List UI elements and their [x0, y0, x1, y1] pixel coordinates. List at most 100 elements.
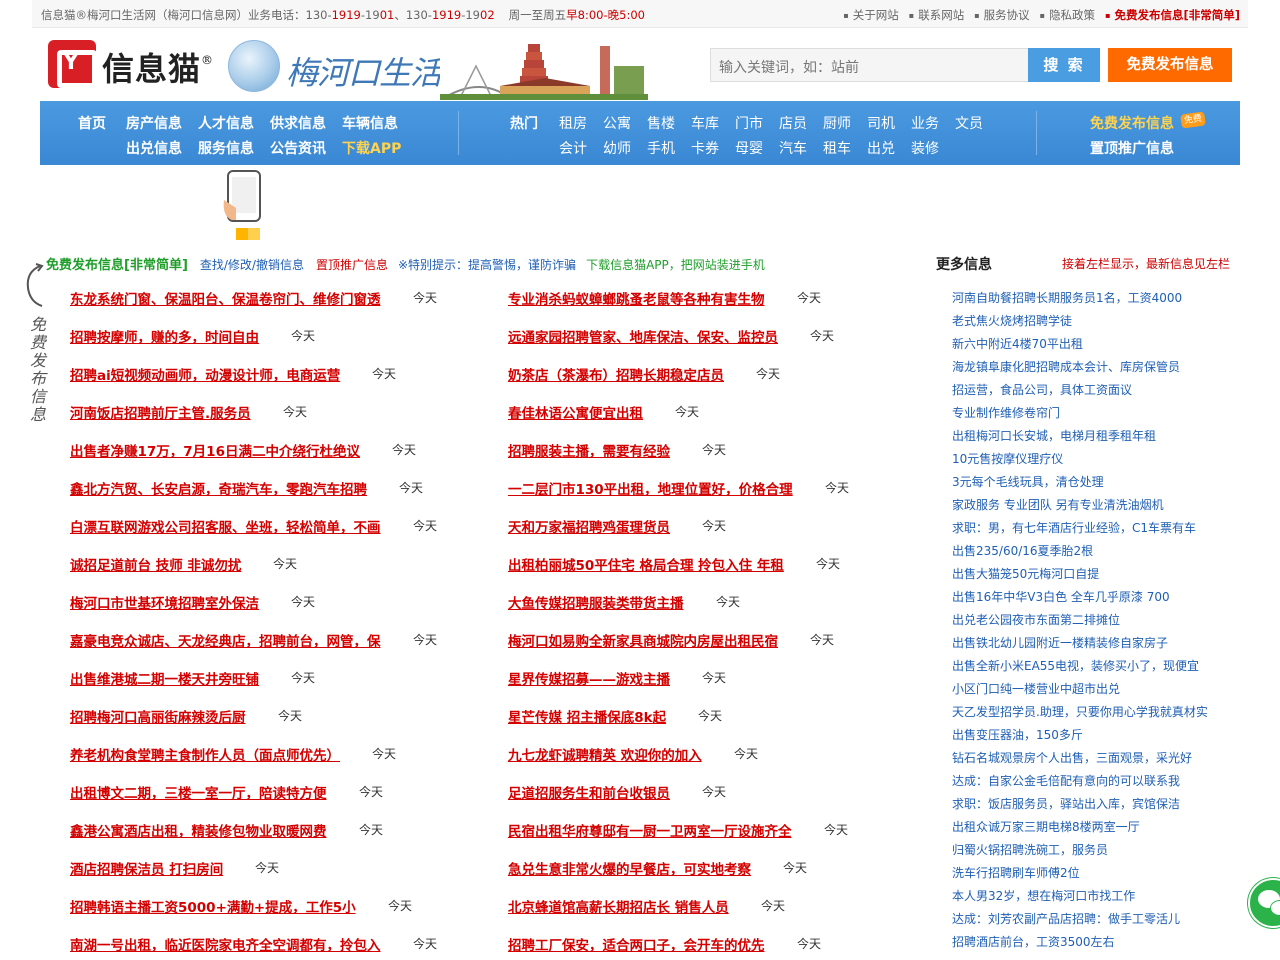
listing-row[interactable]: 出售者净赚17万，7月16日满二中介绕行杜绝议 今天 [70, 440, 416, 460]
listing-row[interactable]: 招聘工厂保安，适合两口子，会开车的优先 今天 [508, 934, 821, 954]
more-info-item[interactable]: 出售大猫笼50元梅河口自提 [952, 565, 1099, 582]
manage-info-link[interactable]: 查找/修改/撤销信息 [200, 258, 304, 272]
listing-title[interactable]: 梅河口市世基环境招聘室外保洁 [70, 596, 259, 612]
nav-hot-item[interactable]: 幼师 [603, 138, 631, 158]
more-info-item[interactable]: 洗车行招聘刷车师傅2位 [952, 864, 1080, 881]
more-info-item[interactable]: 招聘酒店前台，工资3500左右 [952, 933, 1115, 950]
listing-title[interactable]: 急兑生意非常火爆的早餐店，可实地考察 [508, 862, 751, 878]
more-info-item[interactable]: 求职：男，有七年酒店行业经验，C1车票有车 [952, 519, 1196, 536]
more-info-item[interactable]: 3元每个毛线玩具，清仓处理 [952, 473, 1104, 490]
more-info-item[interactable]: 出售全新小米EA55电视，装修买小了，现便宜 [952, 657, 1199, 674]
listing-title[interactable]: 出售者净赚17万，7月16日满二中介绕行杜绝议 [70, 444, 360, 460]
listing-row[interactable]: 白漂互联网游戏公司招客服、坐班，轻松简单，不画 今天 [70, 516, 437, 536]
more-info-item[interactable]: 出售变压器油，150多斤 [952, 726, 1083, 743]
more-info-item[interactable]: 10元售按摩仪理疗仪 [952, 450, 1063, 467]
nav-hot-item[interactable]: 手机 [647, 138, 675, 158]
download-app-link[interactable]: 下载信息猫APP，把网站装进手机 [586, 258, 765, 272]
nav-hot-item[interactable]: 汽车 [779, 138, 807, 158]
listing-row[interactable]: 星界传媒招募——游戏主播 今天 [508, 668, 726, 688]
nav-hot-item[interactable]: 会计 [559, 138, 587, 158]
listing-row[interactable]: 南湖一号出租，临近医院家电齐全空调都有，拎包入 今天 [70, 934, 437, 954]
listing-title[interactable]: 出租博文二期，三楼一室一厅，陪读特方便 [70, 786, 327, 802]
nav-top-promo[interactable]: 置顶推广信息 [1090, 138, 1174, 158]
nav-transfer[interactable]: 出兑信息 [126, 138, 182, 158]
more-info-item[interactable]: 河南自助餐招聘长期服务员1名，工资4000 [952, 289, 1182, 306]
privacy-link[interactable]: 隐私政策 [1040, 8, 1095, 22]
listing-row[interactable]: 诚招足道前台 技师 非诚勿扰 今天 [70, 554, 297, 574]
listing-title[interactable]: 招聘服装主播，需要有经验 [508, 444, 670, 460]
listing-row[interactable]: 鑫港公寓酒店出租，精装修包物业取暖网费 今天 [70, 820, 383, 840]
more-info-item[interactable]: 专业制作维修卷帘门 [952, 404, 1060, 421]
nav-vehicles[interactable]: 车辆信息 [342, 113, 398, 133]
listing-row[interactable]: 出租博文二期，三楼一室一厅，陪读特方便 今天 [70, 782, 383, 802]
nav-hot-item[interactable]: 司机 [867, 113, 895, 133]
listing-title[interactable]: 养老机构食堂聘主食制作人员（面点师优先） [70, 748, 340, 764]
nav-hot-item[interactable]: 店员 [779, 113, 807, 133]
logo-icon[interactable] [48, 40, 97, 88]
more-info-item[interactable]: 出兑老公园夜市东面第二排摊位 [952, 611, 1120, 628]
listing-row[interactable]: 招聘按摩师，赚的多，时间自由 今天 [70, 326, 315, 346]
listing-title[interactable]: 民宿出租华府尊邸有一厨一卫两室一厅设施齐全 [508, 824, 792, 840]
more-info-item[interactable]: 出租众诚万家三期电梯8楼两室一厅 [952, 818, 1140, 835]
listing-title[interactable]: 招聘ai短视频动画师，动漫设计师，电商运营 [70, 368, 340, 384]
listing-title[interactable]: 大鱼传媒招聘服装类带货主播 [508, 596, 684, 612]
more-info-item[interactable]: 出售235/60/16夏季胎2根 [952, 542, 1093, 559]
listing-row[interactable]: 春佳林语公寓便宜出租 今天 [508, 402, 699, 422]
more-info-item[interactable]: 招运营，食品公司，具体工资面议 [952, 381, 1132, 398]
listing-title[interactable]: 酒店招聘保洁员 打扫房间 [70, 862, 223, 878]
listing-row[interactable]: 出租柏丽城50平住宅 格局合理 拎包入住 年租 今天 [508, 554, 840, 574]
nav-services[interactable]: 服务信息 [198, 138, 254, 158]
listing-row[interactable]: 足道招服务生和前台收银员 今天 [508, 782, 726, 802]
more-info-item[interactable]: 老式焦火烧烤招聘学徒 [952, 312, 1072, 329]
search-input[interactable]: 输入关键词，如：站前 [710, 48, 1028, 82]
listing-title[interactable]: 河南饭店招聘前厅主管.服务员 [70, 406, 251, 422]
more-info-item[interactable]: 家政服务 专业团队 另有专业清洗油烟机 [952, 496, 1164, 513]
listing-title[interactable]: 招聘梅河口高丽街麻辣烫后厨 [70, 710, 246, 726]
listing-title[interactable]: 春佳林语公寓便宜出租 [508, 406, 643, 422]
listing-row[interactable]: 梅河口如易购全新家具商城院内房屋出租民宿 今天 [508, 630, 834, 650]
more-info-item[interactable]: 钻石名城观景房个人出售，三面观景，采光好 [952, 749, 1192, 766]
nav-hot-item[interactable]: 售楼 [647, 113, 675, 133]
listing-row[interactable]: 招聘服装主播，需要有经验 今天 [508, 440, 726, 460]
nav-hot-item[interactable]: 租房 [559, 113, 587, 133]
nav-hot-item[interactable]: 业务 [911, 113, 939, 133]
listing-title[interactable]: 北京蜂道馆高薪长期招店长 销售人员 [508, 900, 729, 916]
nav-hot-item[interactable]: 车库 [691, 113, 719, 133]
listing-row[interactable]: 招聘梅河口高丽街麻辣烫后厨 今天 [70, 706, 302, 726]
listing-row[interactable]: 北京蜂道馆高薪长期招店长 销售人员 今天 [508, 896, 785, 916]
free-publish-link[interactable]: 免费发布信息[非常简单] [46, 258, 188, 273]
top-publish-link[interactable]: 免费发布信息[非常简单] [1105, 8, 1240, 22]
nav-hot-item[interactable]: 门市 [735, 113, 763, 133]
listing-title[interactable]: 足道招服务生和前台收银员 [508, 786, 670, 802]
wechat-icon[interactable] [1248, 878, 1280, 928]
listing-row[interactable]: 专业消杀蚂蚁蟑螂跳蚤老鼠等各种有害生物 今天 [508, 288, 821, 308]
nav-hot-item[interactable]: 厨师 [823, 113, 851, 133]
listing-row[interactable]: 出售维港城二期一楼天井旁旺铺 今天 [70, 668, 315, 688]
listing-row[interactable]: 鑫北方汽贸、长安启源，奇瑞汽车，零跑汽车招聘 今天 [70, 478, 423, 498]
more-info-item[interactable]: 归蜀火锅招聘洗碗工，服务员 [952, 841, 1108, 858]
more-info-item[interactable]: 出售铁北幼儿园附近一楼精装修自家房子 [952, 634, 1168, 651]
listing-title[interactable]: 鑫北方汽贸、长安启源，奇瑞汽车，零跑汽车招聘 [70, 482, 367, 498]
nav-hot-item[interactable]: 公寓 [603, 113, 631, 133]
listing-title[interactable]: 专业消杀蚂蚁蟑螂跳蚤老鼠等各种有害生物 [508, 292, 765, 308]
listing-row[interactable]: 九七龙虾诚聘精英 欢迎你的加入 今天 [508, 744, 758, 764]
listing-title[interactable]: 天和万家福招聘鸡蛋理货员 [508, 520, 670, 536]
listing-row[interactable]: 星芒传媒 招主播保底8k起 今天 [508, 706, 722, 726]
listing-title[interactable]: 梅河口如易购全新家具商城院内房屋出租民宿 [508, 634, 778, 650]
listing-row[interactable]: 河南饭店招聘前厅主管.服务员 今天 [70, 402, 307, 422]
more-info-item[interactable]: 小区门口纯一楼营业中超市出兑 [952, 680, 1120, 697]
nav-hot-item[interactable]: 出兑 [867, 138, 895, 158]
more-info-item[interactable]: 达成：自家公金毛倍配有意向的可以联系我 [952, 772, 1180, 789]
more-info-item[interactable]: 出售16年中华V3白色 全车几乎原漆 700 [952, 588, 1170, 605]
listing-row[interactable]: 奶茶店（茶瀑布）招聘长期稳定店员 今天 [508, 364, 780, 384]
listing-row[interactable]: 大鱼传媒招聘服装类带货主播 今天 [508, 592, 740, 612]
nav-notices[interactable]: 公告资讯 [270, 138, 326, 158]
listing-row[interactable]: 招聘韩语主播工资5000+满勤+提成，工作5小 今天 [70, 896, 412, 916]
listing-title[interactable]: 白漂互联网游戏公司招客服、坐班，轻松简单，不画 [70, 520, 381, 536]
more-info-item[interactable]: 达成：刘芳农副产品店招聘：做手工零活儿 [952, 910, 1180, 927]
mobile-app-icon[interactable] [222, 170, 266, 242]
listing-title[interactable]: 嘉豪电竞众诚店、天龙经典店，招聘前台，网管，保 [70, 634, 381, 650]
more-info-item[interactable]: 出租梅河口长安城，电梯月租季租年租 [952, 427, 1156, 444]
listing-title[interactable]: 出售维港城二期一楼天井旁旺铺 [70, 672, 259, 688]
listing-title[interactable]: 出租柏丽城50平住宅 格局合理 拎包入住 年租 [508, 558, 784, 574]
